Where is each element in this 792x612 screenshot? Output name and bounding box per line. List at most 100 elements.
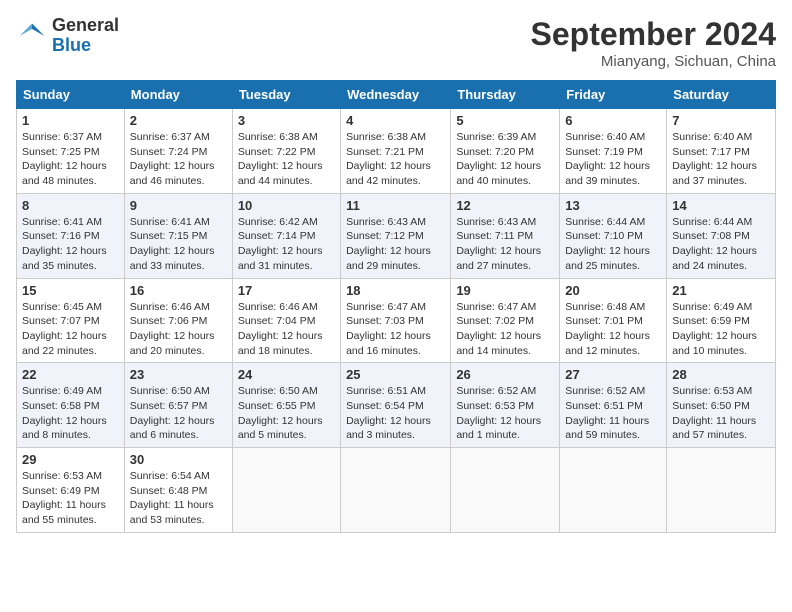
day-info: and 57 minutes. [672, 428, 770, 443]
day-info: Sunrise: 6:43 AM [456, 215, 554, 230]
day-info: Sunrise: 6:48 AM [565, 300, 661, 315]
day-number: 16 [130, 283, 227, 298]
day-info: Sunrise: 6:38 AM [346, 130, 445, 145]
month-year-title: September 2024 [531, 16, 776, 53]
calendar-header-row: Sunday Monday Tuesday Wednesday Thursday… [17, 81, 776, 109]
day-info: and 40 minutes. [456, 174, 554, 189]
day-info: Sunset: 7:10 PM [565, 229, 661, 244]
day-number: 23 [130, 367, 227, 382]
day-info: Daylight: 12 hours [565, 159, 661, 174]
logo-icon [16, 20, 48, 52]
table-row: 28Sunrise: 6:53 AMSunset: 6:50 PMDayligh… [667, 363, 776, 448]
day-number: 1 [22, 113, 119, 128]
day-info: Sunset: 7:07 PM [22, 314, 119, 329]
day-info: and 27 minutes. [456, 259, 554, 274]
day-info: Daylight: 12 hours [456, 414, 554, 429]
day-info: Daylight: 12 hours [672, 329, 770, 344]
table-row: 1Sunrise: 6:37 AMSunset: 7:25 PMDaylight… [17, 109, 125, 194]
location-text: Mianyang, Sichuan, China [531, 53, 776, 70]
day-info: and 44 minutes. [238, 174, 335, 189]
day-number: 4 [346, 113, 445, 128]
table-row: 24Sunrise: 6:50 AMSunset: 6:55 PMDayligh… [232, 363, 340, 448]
table-row: 20Sunrise: 6:48 AMSunset: 7:01 PMDayligh… [560, 278, 667, 363]
day-info: Daylight: 12 hours [238, 244, 335, 259]
day-info: and 24 minutes. [672, 259, 770, 274]
day-info: Sunrise: 6:50 AM [238, 384, 335, 399]
day-info: Sunset: 7:25 PM [22, 145, 119, 160]
day-info: Sunrise: 6:40 AM [672, 130, 770, 145]
day-info: Sunrise: 6:37 AM [22, 130, 119, 145]
table-row [451, 448, 560, 533]
day-info: Sunset: 7:17 PM [672, 145, 770, 160]
col-friday: Friday [560, 81, 667, 109]
table-row: 12Sunrise: 6:43 AMSunset: 7:11 PMDayligh… [451, 193, 560, 278]
day-info: Sunset: 7:11 PM [456, 229, 554, 244]
table-row: 26Sunrise: 6:52 AMSunset: 6:53 PMDayligh… [451, 363, 560, 448]
day-info: Sunrise: 6:52 AM [565, 384, 661, 399]
day-info: Sunrise: 6:39 AM [456, 130, 554, 145]
day-number: 30 [130, 452, 227, 467]
day-number: 27 [565, 367, 661, 382]
table-row: 29Sunrise: 6:53 AMSunset: 6:49 PMDayligh… [17, 448, 125, 533]
title-block: September 2024 Mianyang, Sichuan, China [531, 16, 776, 70]
day-info: Daylight: 12 hours [130, 244, 227, 259]
day-info: Daylight: 12 hours [456, 244, 554, 259]
day-info: Sunset: 7:04 PM [238, 314, 335, 329]
table-row: 15Sunrise: 6:45 AMSunset: 7:07 PMDayligh… [17, 278, 125, 363]
day-info: Sunrise: 6:37 AM [130, 130, 227, 145]
day-number: 28 [672, 367, 770, 382]
col-sunday: Sunday [17, 81, 125, 109]
day-info: Sunrise: 6:54 AM [130, 469, 227, 484]
logo-general-text: General [52, 16, 119, 36]
table-row: 17Sunrise: 6:46 AMSunset: 7:04 PMDayligh… [232, 278, 340, 363]
day-info: Sunrise: 6:50 AM [130, 384, 227, 399]
table-row: 23Sunrise: 6:50 AMSunset: 6:57 PMDayligh… [124, 363, 232, 448]
day-info: and 29 minutes. [346, 259, 445, 274]
day-info: Sunset: 7:01 PM [565, 314, 661, 329]
logo: General Blue [16, 16, 119, 56]
day-info: Sunset: 7:20 PM [456, 145, 554, 160]
day-info: and 55 minutes. [22, 513, 119, 528]
day-info: Daylight: 12 hours [346, 329, 445, 344]
day-info: Sunset: 6:58 PM [22, 399, 119, 414]
day-info: Daylight: 12 hours [238, 414, 335, 429]
day-info: Sunset: 7:12 PM [346, 229, 445, 244]
table-row: 21Sunrise: 6:49 AMSunset: 6:59 PMDayligh… [667, 278, 776, 363]
day-info: Sunrise: 6:51 AM [346, 384, 445, 399]
day-info: Sunset: 7:03 PM [346, 314, 445, 329]
day-info: and 31 minutes. [238, 259, 335, 274]
day-info: Sunrise: 6:43 AM [346, 215, 445, 230]
day-number: 5 [456, 113, 554, 128]
day-info: Sunrise: 6:44 AM [672, 215, 770, 230]
day-number: 2 [130, 113, 227, 128]
day-info: Sunset: 7:15 PM [130, 229, 227, 244]
table-row: 2Sunrise: 6:37 AMSunset: 7:24 PMDaylight… [124, 109, 232, 194]
day-info: Sunset: 7:02 PM [456, 314, 554, 329]
day-info: and 12 minutes. [565, 344, 661, 359]
day-info: Daylight: 12 hours [456, 159, 554, 174]
day-info: Sunset: 7:24 PM [130, 145, 227, 160]
table-row: 16Sunrise: 6:46 AMSunset: 7:06 PMDayligh… [124, 278, 232, 363]
table-row [341, 448, 451, 533]
day-info: Daylight: 12 hours [346, 244, 445, 259]
day-info: Daylight: 11 hours [130, 498, 227, 513]
day-info: Daylight: 12 hours [130, 414, 227, 429]
table-row: 8Sunrise: 6:41 AMSunset: 7:16 PMDaylight… [17, 193, 125, 278]
table-row: 5 Sunrise: 6:39 AMSunset: 7:20 PMDaylight… [451, 109, 560, 194]
day-info: Sunset: 7:08 PM [672, 229, 770, 244]
day-info: and 35 minutes. [22, 259, 119, 274]
day-info: Sunrise: 6:47 AM [346, 300, 445, 315]
day-info: Sunrise: 6:40 AM [565, 130, 661, 145]
table-row: 27Sunrise: 6:52 AMSunset: 6:51 PMDayligh… [560, 363, 667, 448]
day-number: 19 [456, 283, 554, 298]
col-monday: Monday [124, 81, 232, 109]
table-row: 30Sunrise: 6:54 AMSunset: 6:48 PMDayligh… [124, 448, 232, 533]
day-info: Sunrise: 6:44 AM [565, 215, 661, 230]
day-info: Sunrise: 6:46 AM [130, 300, 227, 315]
day-info: and 6 minutes. [130, 428, 227, 443]
calendar-week-row: 1Sunrise: 6:37 AMSunset: 7:25 PMDaylight… [17, 109, 776, 194]
table-row [560, 448, 667, 533]
day-info: and 59 minutes. [565, 428, 661, 443]
day-info: and 10 minutes. [672, 344, 770, 359]
day-info: and 53 minutes. [130, 513, 227, 528]
